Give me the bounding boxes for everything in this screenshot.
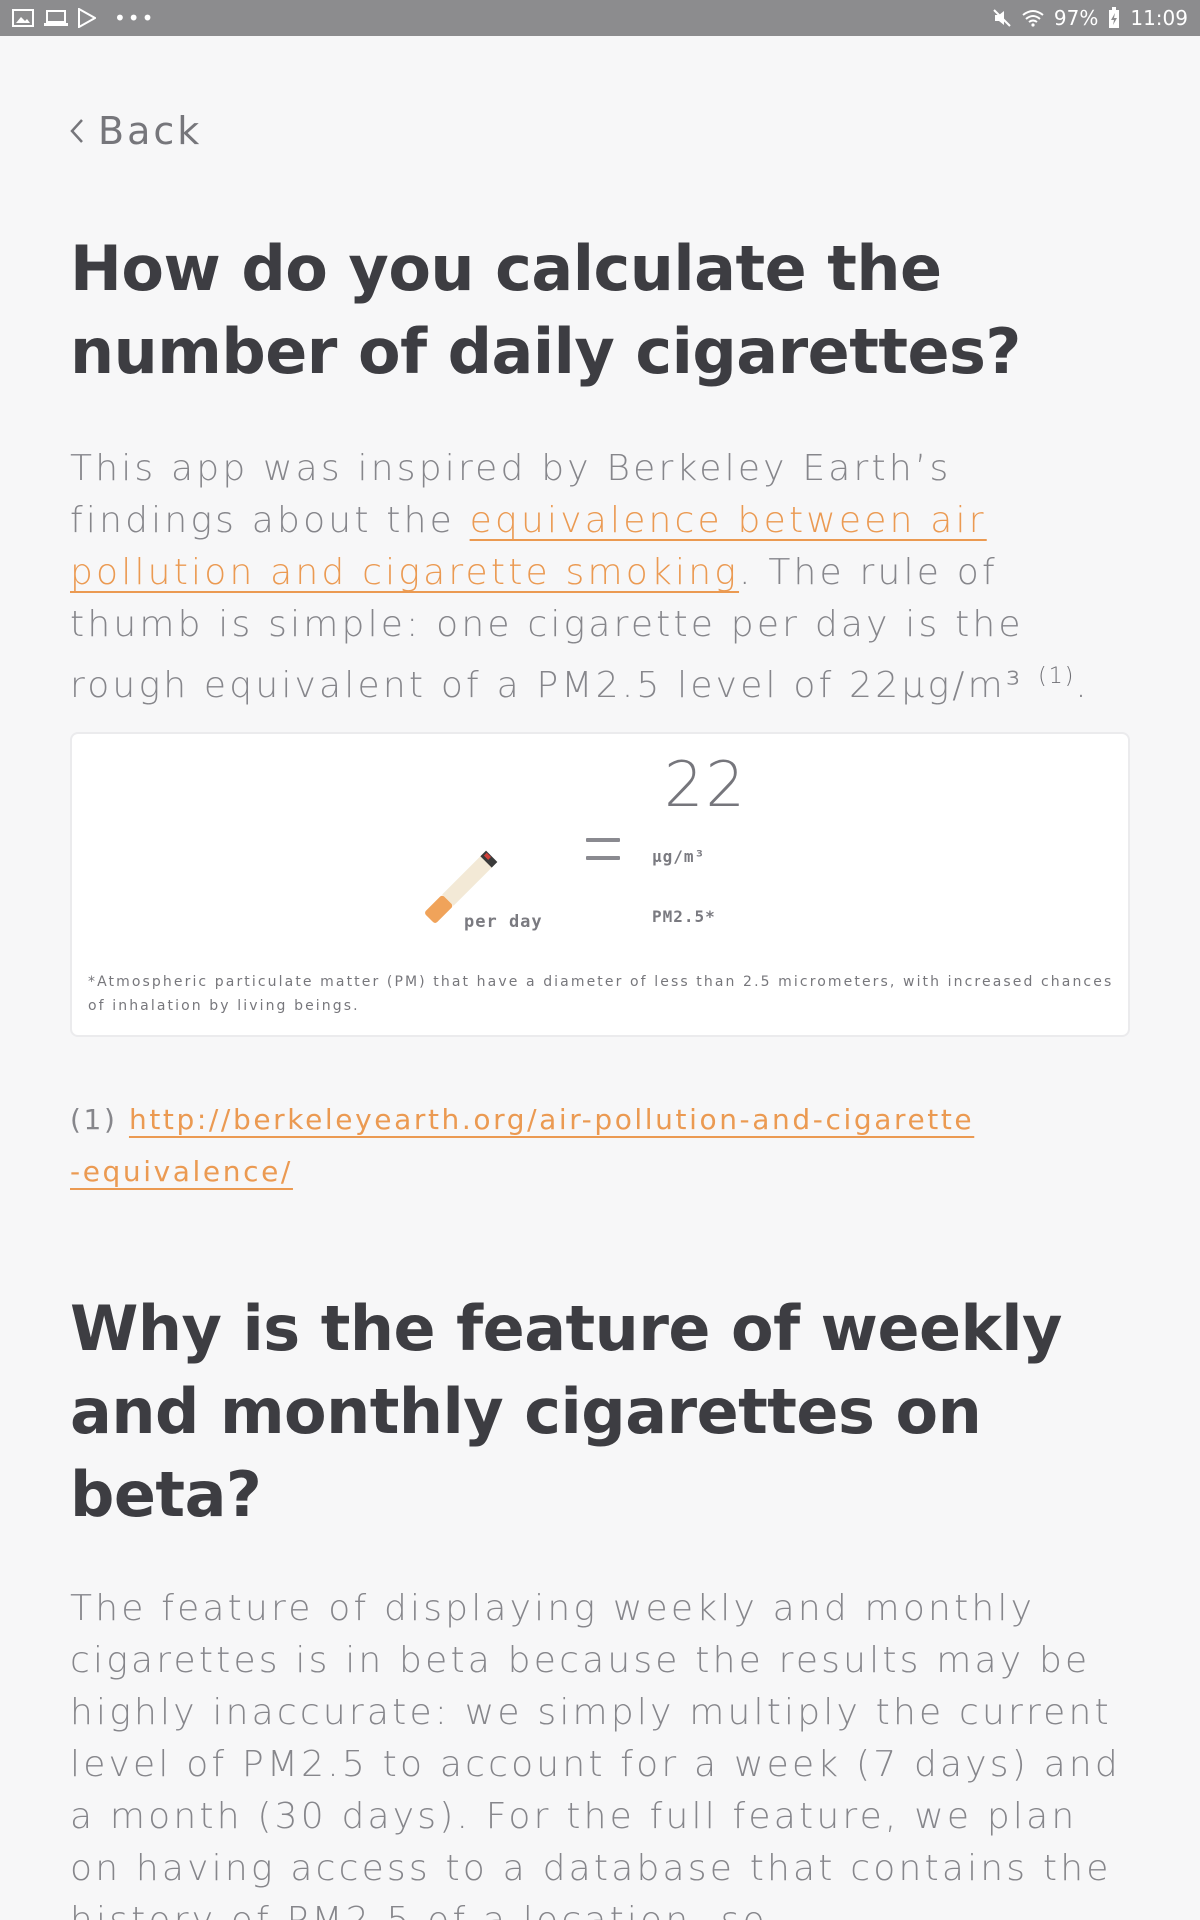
laptop-icon bbox=[44, 9, 68, 27]
pollutant-label: PM2.5* bbox=[652, 907, 716, 926]
reference-marker: (1) bbox=[1038, 664, 1076, 689]
battery-percent: 97% bbox=[1053, 6, 1099, 30]
section1-title: How do you calculate the number of daily… bbox=[70, 232, 1021, 388]
per-day-label: per day bbox=[464, 912, 543, 932]
status-bar-right: 97% 11:09 bbox=[992, 6, 1188, 30]
section1-text-end: . bbox=[1075, 665, 1090, 706]
reference-number: (1) bbox=[70, 1103, 129, 1136]
pm-value: 22 bbox=[664, 748, 747, 821]
image-icon bbox=[12, 9, 34, 27]
equivalence-card: per day 22 µg/m³ PM2.5* *Atmospheric par… bbox=[70, 732, 1130, 1037]
reference-link[interactable]: http://berkeleyearth.org/air-pollution-a… bbox=[70, 1103, 974, 1188]
section2-title: Why is the feature of weekly and monthly… bbox=[70, 1292, 1062, 1531]
reference-line: (1) http://berkeleyearth.org/air-polluti… bbox=[70, 1094, 1130, 1198]
mute-icon bbox=[992, 8, 1012, 28]
reference-url-part2: -equivalence/ bbox=[70, 1155, 293, 1188]
back-label: Back bbox=[98, 109, 203, 153]
status-time: 11:09 bbox=[1130, 6, 1188, 30]
pm-footnote: *Atmospheric particulate matter (PM) tha… bbox=[88, 974, 1114, 1014]
play-store-icon bbox=[78, 8, 96, 28]
chevron-left-icon bbox=[70, 118, 84, 144]
wifi-icon bbox=[1022, 9, 1044, 27]
more-dots-icon: ••• bbox=[114, 6, 156, 30]
status-bar: ••• 97% 11:09 bbox=[0, 0, 1200, 36]
equals-icon bbox=[586, 838, 620, 862]
reference-url-part1: http://berkeleyearth.org/air-pollution-a… bbox=[128, 1103, 975, 1136]
pm-unit: µg/m³ bbox=[652, 847, 706, 866]
back-button[interactable]: Back bbox=[70, 109, 202, 153]
section2-text: The feature of displaying weekly and mon… bbox=[70, 1588, 1121, 1920]
status-bar-left: ••• bbox=[12, 6, 155, 30]
battery-charging-icon bbox=[1108, 7, 1120, 29]
section1-text: This app was inspired by Berkeley Earth’… bbox=[70, 443, 1130, 712]
